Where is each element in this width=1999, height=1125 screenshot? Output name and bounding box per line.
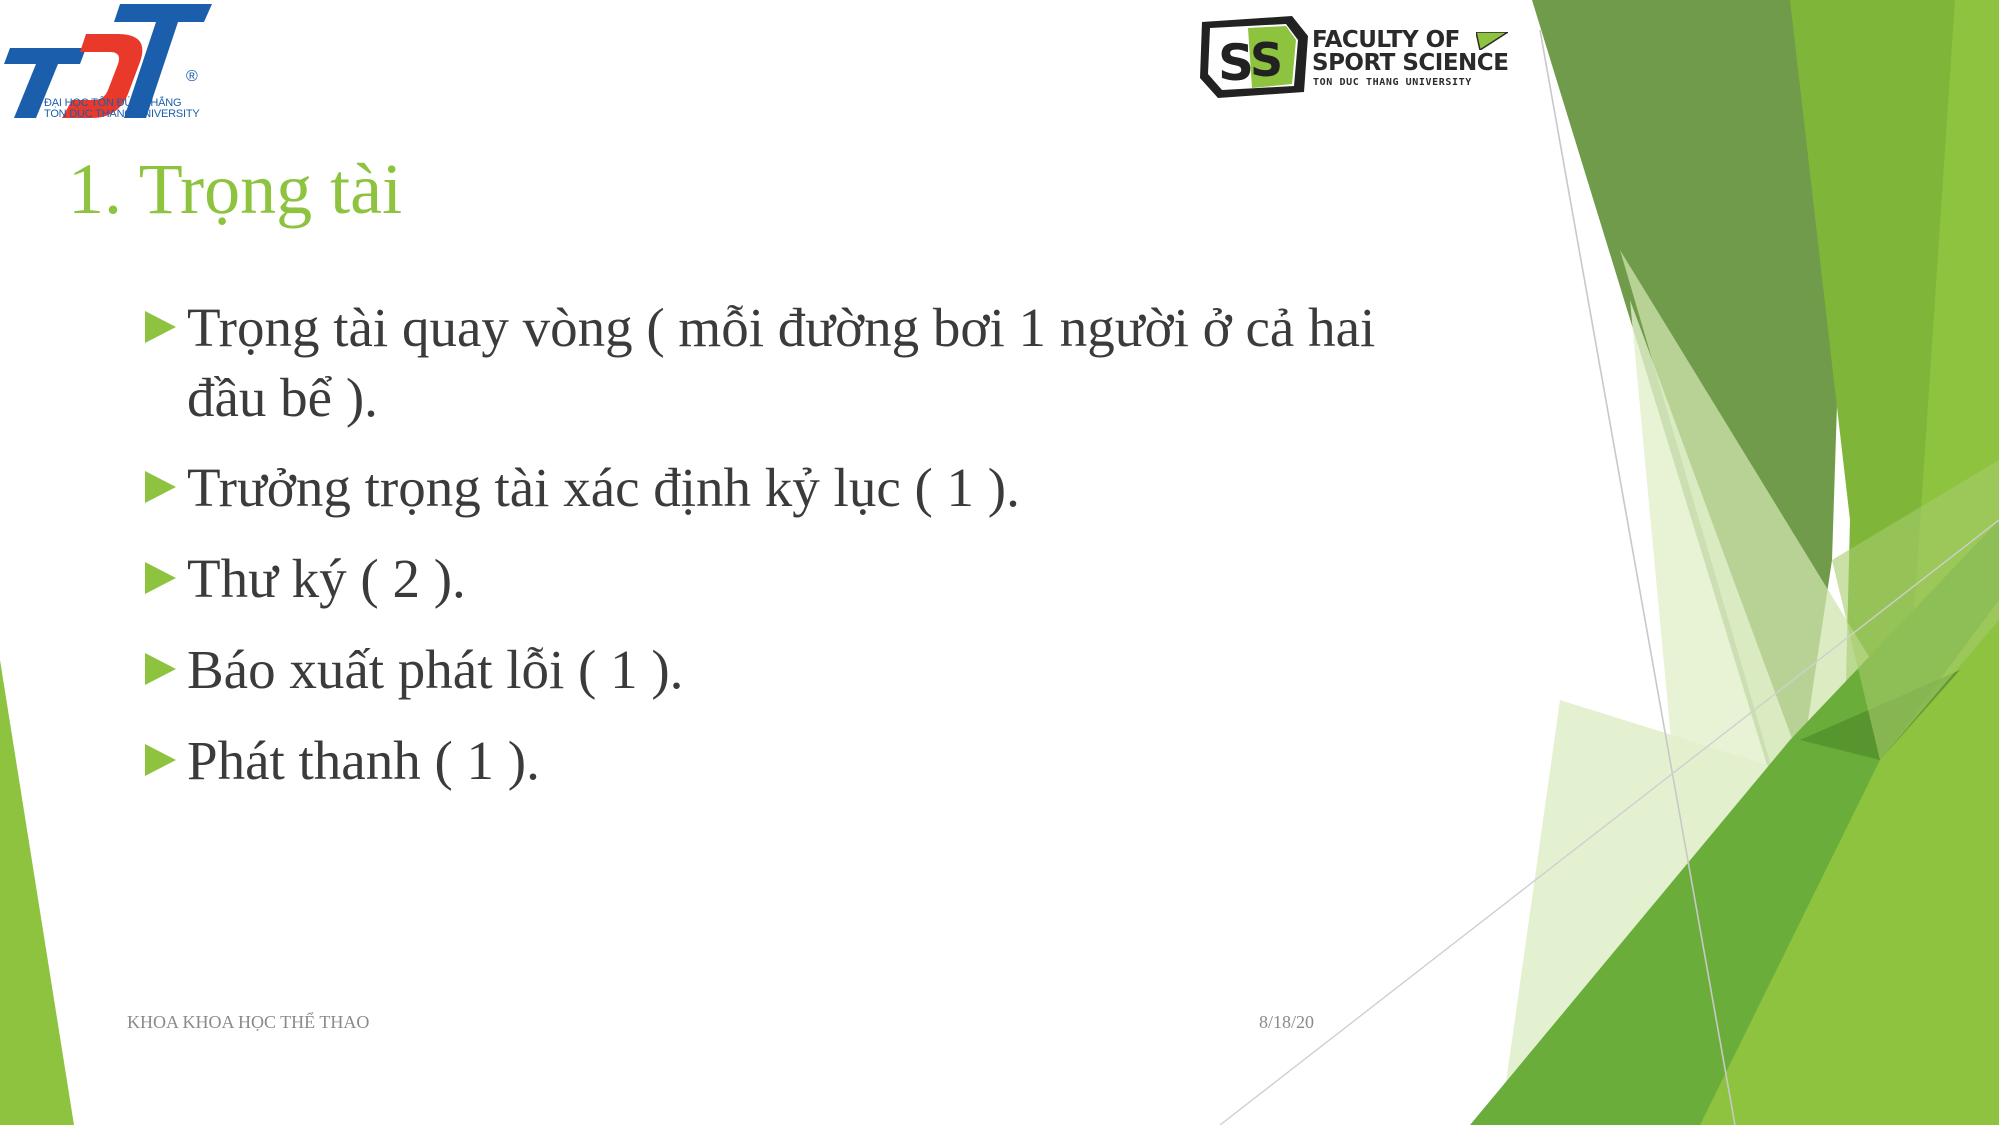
- bullet-text: Báo xuất phát lỗi ( 1 ).: [187, 639, 684, 700]
- bullet-item: Trưởng trọng tài xác định kỷ lục ( 1 ).: [0, 454, 1999, 534]
- bullet-text: Phát thanh ( 1 ).: [187, 730, 540, 791]
- slide-title: 1. Trọng tài: [68, 149, 403, 229]
- svg-text:S: S: [1218, 34, 1254, 92]
- faculty-logo: S S FACULTY OF SPORT SCIENCE TON DUC THA…: [1196, 12, 1516, 104]
- bullet-arrow-icon: [145, 311, 176, 343]
- bullet-text: Trọng tài quay vòng ( mỗi đường bơi 1 ng…: [187, 297, 1376, 358]
- bullet-arrow-icon: [145, 471, 176, 503]
- footer-text: KHOA KHOA HỌC THỂ THAO: [127, 1012, 370, 1032]
- bullet-item: Thư ký ( 2 ).: [0, 545, 1999, 625]
- university-logo: ® ĐẠI HỌC TÔN ĐỨC THẮNG TON DUC THANG UN…: [0, 0, 215, 125]
- footer-date: 8/18/20: [1259, 1012, 1315, 1032]
- faculty-name-line2: SPORT SCIENCE: [1312, 50, 1509, 76]
- faculty-logo-mark: S S: [1200, 16, 1308, 98]
- faculty-university: TON DUC THANG UNIVERSITY: [1313, 77, 1472, 88]
- bullet-arrow-icon: [145, 562, 176, 594]
- bullet-item: Báo xuất phát lỗi ( 1 ).: [0, 636, 1999, 716]
- university-name-en: TON DUC THANG UNIVERSITY: [44, 108, 200, 120]
- bullet-text-continuation: đầu bể ).: [187, 367, 378, 428]
- bullet-text: Thư ký ( 2 ).: [187, 548, 466, 609]
- bullet-text: Trưởng trọng tài xác định kỷ lục ( 1 ).: [187, 457, 1020, 518]
- slide: ® ĐẠI HỌC TÔN ĐỨC THẮNG TON DUC THANG UN…: [0, 0, 1999, 1125]
- svg-text:S: S: [1250, 33, 1283, 87]
- registered-mark: ®: [186, 68, 198, 85]
- faculty-flag-icon: [1476, 32, 1508, 50]
- bullet-item: Phát thanh ( 1 ).: [0, 727, 1999, 807]
- bullet-item: Trọng tài quay vòng ( mỗi đường bơi 1 ng…: [0, 294, 1999, 428]
- bullet-arrow-icon: [145, 744, 176, 776]
- bullet-arrow-icon: [145, 653, 176, 685]
